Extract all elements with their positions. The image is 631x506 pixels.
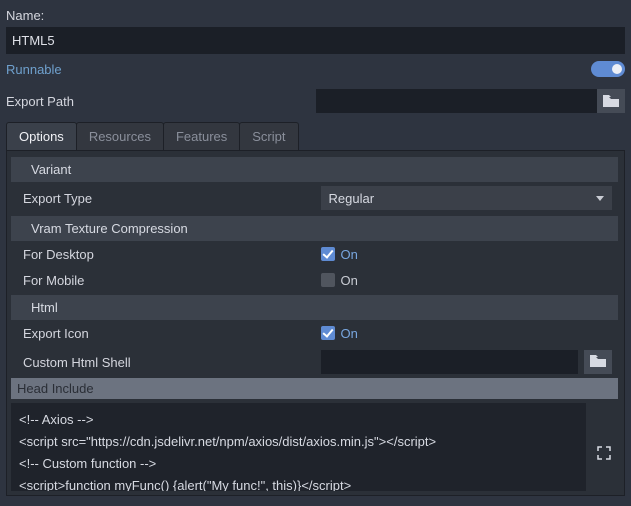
runnable-label: Runnable	[6, 62, 62, 77]
tab-features[interactable]: Features	[163, 122, 240, 150]
export-type-select[interactable]: Regular	[321, 186, 613, 210]
for-mobile-value: On	[341, 273, 358, 288]
section-vram: Vram Texture Compression	[11, 216, 618, 241]
runnable-toggle[interactable]	[591, 61, 625, 77]
export-type-label: Export Type	[17, 191, 315, 206]
for-desktop-label: For Desktop	[17, 247, 315, 262]
head-include-expand-button[interactable]	[590, 403, 618, 491]
for-mobile-label: For Mobile	[17, 273, 315, 288]
folder-icon	[603, 95, 619, 107]
tab-content-options: Variant Export Type Regular Vram Texture…	[6, 150, 625, 496]
for-mobile-checkbox[interactable]	[321, 273, 335, 287]
head-include-textarea[interactable]: <!-- Axios --> <script src="https://cdn.…	[11, 403, 586, 491]
export-path-input[interactable]	[316, 89, 598, 113]
export-type-value: Regular	[329, 191, 375, 206]
name-input[interactable]	[6, 27, 625, 54]
export-path-label: Export Path	[6, 94, 316, 109]
custom-html-shell-label: Custom Html Shell	[17, 355, 315, 370]
custom-html-shell-browse-button[interactable]	[584, 350, 612, 374]
tab-options[interactable]: Options	[6, 122, 77, 150]
for-desktop-checkbox[interactable]	[321, 247, 335, 261]
export-path-browse-button[interactable]	[597, 89, 625, 113]
section-html: Html	[11, 295, 618, 320]
export-icon-checkbox[interactable]	[321, 326, 335, 340]
expand-icon	[597, 446, 611, 460]
tab-resources[interactable]: Resources	[76, 122, 164, 150]
export-icon-label: Export Icon	[17, 326, 315, 341]
section-variant: Variant	[11, 157, 618, 182]
folder-icon	[590, 355, 606, 370]
custom-html-shell-input[interactable]	[321, 350, 579, 374]
name-label: Name:	[6, 4, 625, 27]
tabs: Options Resources Features Script	[6, 122, 625, 150]
tab-script[interactable]: Script	[239, 122, 298, 150]
export-icon-value: On	[341, 326, 358, 341]
for-desktop-value: On	[341, 247, 358, 262]
chevron-down-icon	[596, 196, 604, 201]
head-include-label: Head Include	[11, 378, 618, 399]
